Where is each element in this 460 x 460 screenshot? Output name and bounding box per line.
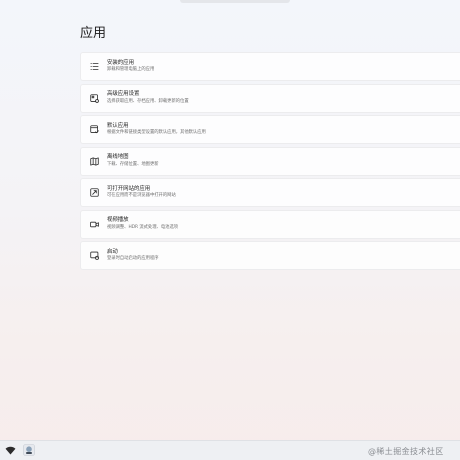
video-icon xyxy=(81,211,107,238)
app-taskbar-icon[interactable] xyxy=(22,443,36,457)
default-apps-icon xyxy=(81,116,107,143)
card-title: 高级应用设置 xyxy=(107,91,140,98)
card-description: 登录时自动启动的应用程序 xyxy=(107,256,159,262)
web-app-icon xyxy=(81,179,107,206)
offline-map-icon xyxy=(81,148,107,175)
card-description: 卸载和管理电脑上的应用 xyxy=(107,67,155,73)
card-description: 下载、存储位置、地图更新 xyxy=(107,161,159,167)
startup-icon xyxy=(81,242,107,269)
settings-card-offline-maps[interactable]: 离线地图 下载、存储位置、地图更新 xyxy=(80,146,460,176)
watermark: @稀土掘金技术社区 xyxy=(368,447,444,456)
app-settings-icon xyxy=(81,85,107,112)
settings-list: 安装的应用 卸载和管理电脑上的应用 高级应用设置 选择获取应用、存档应用、卸载更… xyxy=(80,52,460,273)
settings-card-default-apps[interactable]: 默认应用 根据文件和链接类型设置的默认应用，其他默认应用 xyxy=(80,115,460,144)
settings-card-video-playback[interactable]: 视频播放 视频调整、HDR 流式处理、电池选项 xyxy=(80,209,460,239)
settings-card-apps-for-websites[interactable]: 可打开网站的应用 可在应用而不是浏览器中打开的网站 xyxy=(80,178,460,207)
card-title: 安装的应用 xyxy=(107,59,134,66)
card-title: 可打开网站的应用 xyxy=(107,185,151,192)
card-description: 选择获取应用、存档应用、卸载更新的位置 xyxy=(107,98,189,104)
page-title: 应用 xyxy=(80,26,107,41)
card-description: 视频调整、HDR 流式处理、电池选项 xyxy=(107,224,179,230)
card-title: 默认应用 xyxy=(107,122,129,129)
app-list-icon xyxy=(81,53,107,80)
card-title: 启动 xyxy=(107,248,118,255)
card-description: 根据文件和链接类型设置的默认应用，其他默认应用 xyxy=(107,130,206,136)
card-title: 视频播放 xyxy=(107,217,129,224)
settings-card-startup[interactable]: 启动 登录时自动启动的应用程序 xyxy=(80,241,460,270)
settings-card-installed-apps[interactable]: 安装的应用 卸载和管理电脑上的应用 xyxy=(80,52,460,81)
card-title: 离线地图 xyxy=(107,154,129,161)
top-scroll-edge xyxy=(180,0,290,3)
settings-card-advanced-app-settings[interactable]: 高级应用设置 选择获取应用、存档应用、卸载更新的位置 xyxy=(80,83,460,113)
wifi-icon[interactable] xyxy=(3,443,17,457)
card-description: 可在应用而不是浏览器中打开的网站 xyxy=(107,193,176,199)
